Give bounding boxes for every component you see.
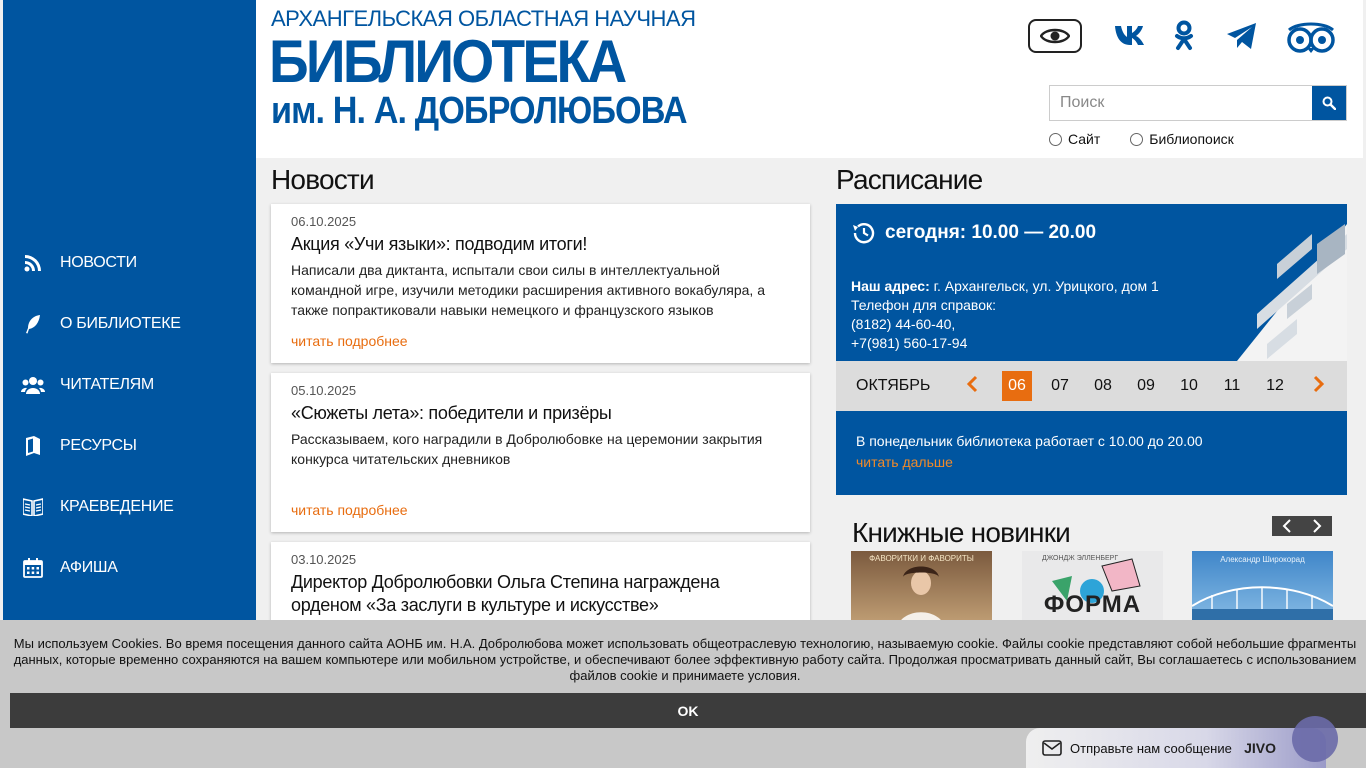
news-card[interactable]: 05.10.2025 «Сюжеты лета»: победители и п…	[271, 373, 810, 532]
phone-1[interactable]: (8182) 44-60-40,	[851, 315, 1159, 334]
telegram-icon[interactable]	[1226, 22, 1258, 50]
news-title[interactable]: «Сюжеты лета»: победители и призёры	[291, 402, 790, 425]
rss-icon	[21, 252, 45, 274]
chat-widget-label: Отправьте нам сообщение	[1070, 740, 1232, 756]
phone-2[interactable]: +7(981) 560-17-94	[851, 334, 1159, 353]
calendar-day[interactable]: 10	[1174, 371, 1204, 401]
schedule-box: сегодня: 10.00 — 20.00 Наш адрес: г. Арх…	[836, 204, 1347, 361]
read-more-link[interactable]: читать подробнее	[291, 333, 408, 349]
book-cover[interactable]: ФАВОРИТКИ И ФАВОРИТЫ	[851, 551, 992, 631]
book-cover[interactable]: Александр Широкорад	[1192, 551, 1333, 631]
phone-label: Телефон для справок:	[851, 297, 997, 313]
read-more-link[interactable]: читать подробнее	[291, 502, 408, 518]
calendar-day[interactable]: 07	[1045, 371, 1075, 401]
calendar-strip: ОКТЯБРЬ 06 07 08 09 10 11 12	[836, 361, 1347, 411]
address-label: Наш адрес:	[851, 278, 930, 294]
vk-icon[interactable]	[1114, 24, 1148, 46]
odnoklassniki-icon[interactable]	[1174, 20, 1194, 52]
nav-item-resources[interactable]: РЕСУРСЫ	[3, 415, 256, 476]
radio-label: Библиопоиск	[1149, 131, 1234, 147]
news-heading: Новости	[271, 164, 375, 195]
nav-item-local-history[interactable]: КРАЕВЕДЕНИЕ	[3, 476, 256, 537]
read-further-link[interactable]: читать дальше	[856, 454, 1327, 470]
site-name: им. Н. А. ДОБРОЛЮБОВА	[271, 90, 688, 132]
schedule-info-text: В понедельник библиотека работает с 10.0…	[856, 433, 1203, 449]
search-scope: Сайт Библиопоиск	[1049, 131, 1264, 147]
chat-widget[interactable]: Отправьте нам сообщение JIVO	[1026, 716, 1338, 768]
nav-item-label: ЧИТАТЕЛЯМ	[60, 375, 154, 393]
today-hours-text: сегодня: 10.00 — 20.00	[885, 222, 1097, 243]
site-header: АРХАНГЕЛЬСКАЯ ОБЛАСТНАЯ НАУЧНАЯ БИБЛИОТЕ…	[256, 0, 1363, 158]
book-cover-art	[1192, 586, 1333, 631]
calendar-day[interactable]: 06	[1002, 371, 1032, 401]
calendar-day[interactable]: 09	[1131, 371, 1161, 401]
contacts: Наш адрес: г. Архангельск, ул. Урицкого,…	[851, 277, 1159, 353]
nav-item-label: АФИША	[60, 558, 118, 576]
news-card[interactable]: 06.10.2025 Акция «Учи языки»: подводим и…	[271, 204, 810, 363]
search-icon	[1322, 96, 1336, 110]
today-hours: сегодня: 10.00 — 20.00	[851, 222, 1096, 244]
news-card[interactable]: 03.10.2025 Директор Добролюбовки Ольга С…	[271, 542, 810, 632]
nav-item-label: О БИБЛИОТЕКЕ	[60, 314, 181, 332]
carousel-next-button[interactable]	[1302, 516, 1332, 536]
chevron-left-icon	[1282, 519, 1291, 533]
nav-item-news[interactable]: НОВОСТИ	[3, 232, 256, 293]
nav-item-label: КРАЕВЕДЕНИЕ	[60, 497, 174, 515]
radio-circle[interactable]	[1130, 132, 1144, 146]
calendar-day[interactable]: 12	[1260, 371, 1290, 401]
calendar-prev-arrow[interactable]	[966, 375, 978, 398]
calendar-icon	[21, 557, 45, 579]
jivo-logo: JIVO	[1244, 740, 1276, 756]
nav-item-label: РЕСУРСЫ	[60, 436, 137, 454]
book-cover[interactable]: ДЖОНДЖ ЭЛЛЕНБЕРГ ФОРМА	[1022, 551, 1163, 631]
open-book-icon	[21, 496, 45, 518]
nav-item-about[interactable]: О БИБЛИОТЕКЕ	[3, 293, 256, 354]
schedule-info: В понедельник библиотека работает с 10.0…	[836, 411, 1347, 495]
calendar-next-arrow[interactable]	[1313, 375, 1325, 398]
search-bar	[1049, 85, 1347, 121]
book-cover-title: ФОРМА	[1043, 591, 1142, 618]
nav-item-events[interactable]: АФИША	[3, 537, 256, 598]
radio-label: Сайт	[1068, 131, 1101, 147]
users-icon	[21, 374, 45, 396]
news-date: 06.10.2025	[291, 214, 357, 229]
news-date: 03.10.2025	[291, 552, 357, 567]
envelope-icon	[1042, 740, 1062, 756]
radio-circle[interactable]	[1049, 132, 1062, 146]
library-building-image	[1237, 224, 1347, 361]
schedule-heading: Расписание	[836, 164, 983, 195]
nav-item-readers[interactable]: ЧИТАТЕЛЯМ	[3, 354, 256, 415]
news-title[interactable]: Директор Добролюбовки Ольга Степина нагр…	[291, 571, 790, 617]
nav-item-label: НОВОСТИ	[60, 253, 137, 271]
news-text: Рассказываем, кого наградили в Добролюбо…	[291, 431, 763, 467]
chevron-right-icon	[1313, 519, 1322, 533]
calendar-day[interactable]: 11	[1217, 371, 1247, 401]
main-nav: НОВОСТИ О БИБЛИОТЕКЕ ЧИТАТЕЛЯМ РЕСУРСЫ К…	[3, 232, 256, 598]
calendar-day[interactable]: 08	[1088, 371, 1118, 401]
history-clock-icon	[853, 223, 875, 244]
cookie-ok-button[interactable]: OK	[10, 693, 1366, 728]
book-icon	[21, 435, 45, 457]
tripadvisor-icon[interactable]	[1286, 20, 1336, 54]
search-input[interactable]	[1050, 86, 1312, 120]
news-date: 05.10.2025	[291, 383, 357, 398]
site-title[interactable]: БИБЛИОТЕКА	[269, 30, 627, 94]
radio-bibliosearch[interactable]: Библиопоиск	[1130, 131, 1234, 147]
carousel-prev-button[interactable]	[1272, 516, 1302, 536]
feather-icon	[21, 313, 45, 335]
cookie-text: Мы используем Cookies. Во время посещени…	[13, 636, 1357, 683]
calendar-month: ОКТЯБРЬ	[856, 377, 931, 394]
books-heading: Книжные новинки	[852, 517, 1071, 548]
accessibility-eye-icon[interactable]	[1028, 19, 1082, 53]
social-icons	[1028, 18, 1348, 58]
news-text: Написали два диктанта, испытали свои сил…	[291, 262, 765, 318]
chat-avatar-bubble[interactable]	[1292, 716, 1338, 762]
news-title[interactable]: Акция «Учи языки»: подводим итоги!	[291, 233, 790, 256]
radio-site[interactable]: Сайт	[1049, 131, 1100, 147]
address-text: г. Архангельск, ул. Урицкого, дом 1	[933, 278, 1159, 294]
books-carousel-nav	[1272, 516, 1332, 536]
book-cover-art	[896, 566, 946, 631]
search-button[interactable]	[1312, 86, 1346, 120]
